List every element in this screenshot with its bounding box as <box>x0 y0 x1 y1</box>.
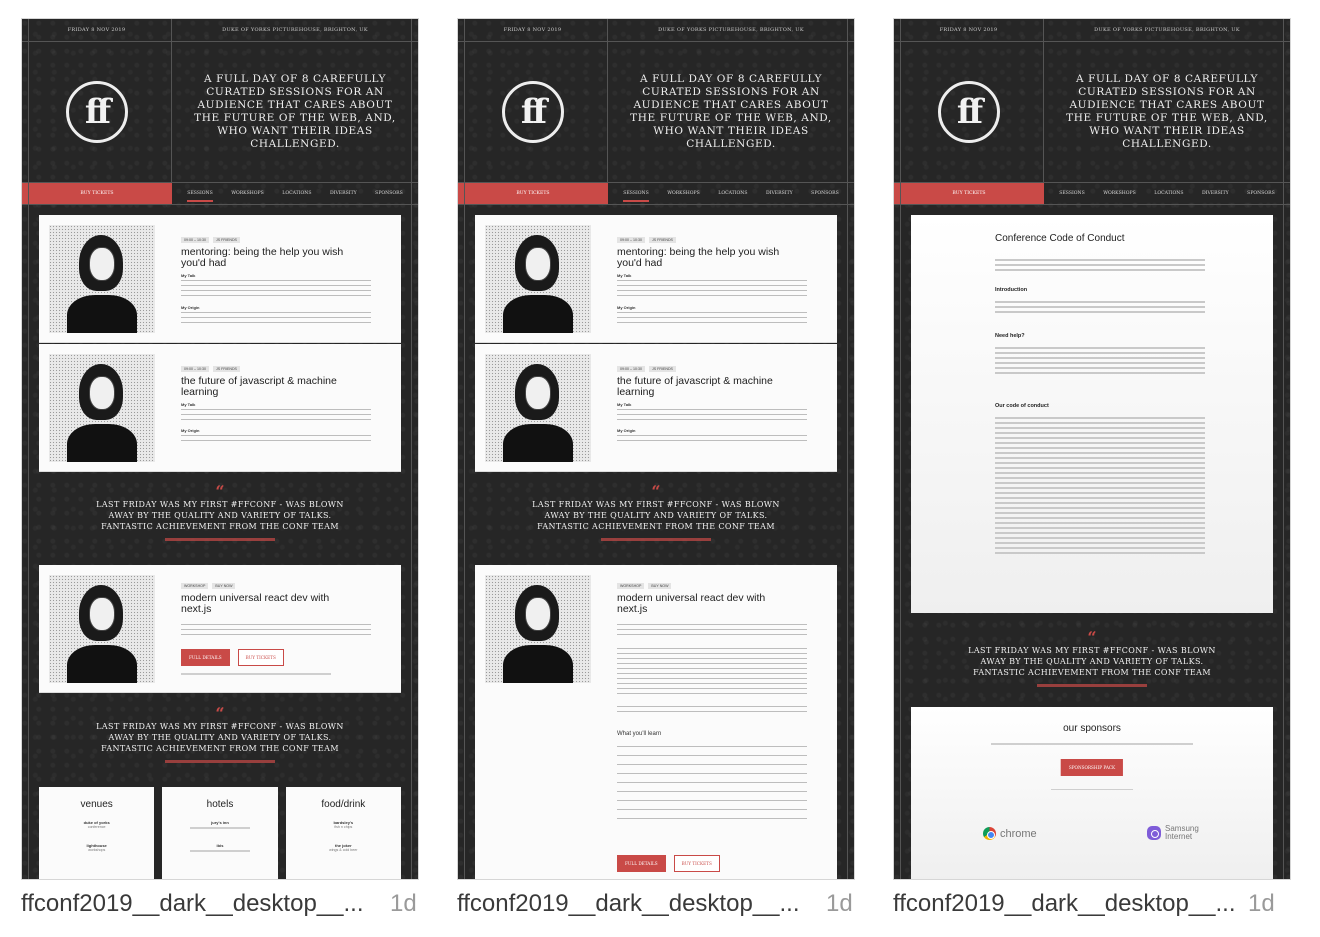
file-name: ffconf2019__dark__desktop__... <box>21 890 364 917</box>
buy-tickets-button[interactable]: BUY TICKETS <box>673 855 720 872</box>
tile-hotels: hotels jury's inn ibis <box>162 787 278 879</box>
nav-diversity[interactable]: DIVERSITY <box>330 191 357 196</box>
sponsor-chrome[interactable]: chrome <box>983 827 1037 840</box>
speaker-photo <box>49 225 155 333</box>
session-card[interactable]: 09:00 – 10:30 JS FRIENDS the future of ja… <box>39 344 401 472</box>
testimonial: “ LAST FRIDAY WAS MY FIRST #FFCONF - WAS… <box>22 482 418 541</box>
file-age: 1d <box>826 890 853 917</box>
nav-sponsors[interactable]: SPONSORS <box>375 191 403 196</box>
buy-tickets-button[interactable]: BUY TICKETS <box>22 183 172 204</box>
session-card[interactable]: 09:00 – 10:30 JS FRIENDS mentoring: being… <box>39 215 401 343</box>
chrome-icon <box>983 827 996 840</box>
full-details-button[interactable]: FULL DETAILS <box>181 649 230 666</box>
session-title: mentoring: being the help you wish you'd… <box>181 246 344 269</box>
nav-locations[interactable]: LOCATIONS <box>282 191 311 196</box>
quote-mark-icon: “ <box>215 482 225 501</box>
testimonial: “ LAST FRIDAY WAS MY FIRST #FFCONF - WAS… <box>22 704 418 763</box>
origin-description <box>181 311 371 323</box>
tile-food-drink: food/drink bardsley's fish n chips the j… <box>285 787 401 879</box>
ffconf-logo: ff <box>65 81 128 143</box>
session-card[interactable]: 09:00 – 10:30 JS FRIENDS mentoring: being… <box>475 215 837 343</box>
quote-mark-icon: “ <box>1087 628 1097 647</box>
file-name: ffconf2019__dark__desktop__... <box>457 890 800 917</box>
file-age: 1d <box>1248 890 1275 917</box>
top-bar: FRIDAY 8 NOV 2019 DUKE OF YORKS PICTUREH… <box>22 19 418 41</box>
main-nav: BUY TICKETS SESSIONS WORKSHOPS LOCATIONS… <box>22 183 418 205</box>
thumbnail-card-2[interactable]: FRIDAY 8 NOV 2019 DUKE OF YORKS PICTUREH… <box>457 18 855 880</box>
tagline: A FULL DAY OF 8 CAREFULLY CURATED SESSIO… <box>194 73 396 150</box>
file-age: 1d <box>390 890 417 917</box>
testimonial-text: LAST FRIDAY WAS MY FIRST #FFCONF - WAS B… <box>96 500 344 531</box>
buy-tickets-button[interactable]: BUY TICKETS <box>458 183 608 204</box>
workshop-detail-card[interactable]: WORKSHOP BUY NOW modern universal react d… <box>475 565 837 879</box>
session-title: the future of javascript & machine learn… <box>181 375 337 398</box>
file-name: ffconf2019__dark__desktop__... <box>893 890 1236 917</box>
samsung-internet-icon <box>1147 826 1161 840</box>
full-details-button[interactable]: FULL DETAILS <box>617 855 666 872</box>
thumbnail-caption[interactable]: ffconf2019__dark__desktop__... 1d <box>457 890 853 918</box>
ffconf-logo: ff <box>937 81 1000 143</box>
thumbnail-card-3[interactable]: FRIDAY 8 NOV 2019 DUKE OF YORKS PICTUREH… <box>893 18 1291 880</box>
thumbnail-caption[interactable]: ffconf2019__dark__desktop__... 1d <box>893 890 1275 918</box>
quote-mark-icon: “ <box>215 704 225 723</box>
sponsors-title: our sponsors <box>1063 723 1121 734</box>
locations-tiles: venues duke of yorks conference lighthou… <box>39 787 401 879</box>
speaker-photo <box>49 575 155 683</box>
event-date: FRIDAY 8 NOV 2019 <box>22 19 172 41</box>
sponsors-note <box>991 743 1193 745</box>
buy-tickets-button[interactable]: BUY TICKETS <box>894 183 1044 204</box>
thumbnail-caption[interactable]: ffconf2019__dark__desktop__... 1d <box>21 890 417 918</box>
tile-venues: venues duke of yorks conference lighthou… <box>39 787 155 879</box>
sponsors-panel: our sponsors SPONSORSHIP PACK chrome Sam… <box>911 707 1273 879</box>
hero: ff A FULL DAY OF 8 CAREFULLY CURATED SES… <box>22 41 418 183</box>
buy-tickets-button[interactable]: BUY TICKETS <box>237 649 284 666</box>
session-card[interactable]: 09:00 – 10:30 JS FRIENDS the future of ja… <box>475 344 837 472</box>
sponsor-samsung-internet[interactable]: Samsung Internet <box>1147 825 1205 841</box>
page-preview: FRIDAY 8 NOV 2019 DUKE OF YORKS PICTUREH… <box>894 19 1290 879</box>
thumbnail-card-1[interactable]: FRIDAY 8 NOV 2019 DUKE OF YORKS PICTUREH… <box>21 18 419 880</box>
workshop-title: modern universal react dev with next.js <box>181 592 330 615</box>
event-venue: DUKE OF YORKS PICTUREHOUSE, BRIGHTON, UK <box>222 27 368 33</box>
workshop-card[interactable]: WORKSHOP BUY NOW modern universal react d… <box>39 565 401 693</box>
ffconf-logo: ff <box>501 81 564 143</box>
nav-workshops[interactable]: WORKSHOPS <box>231 191 264 196</box>
speaker-photo <box>49 354 155 462</box>
coc-title: Conference Code of Conduct <box>995 233 1125 244</box>
testimonial: “ LAST FRIDAY WAS MY FIRST #FFCONF - WAS… <box>458 482 854 541</box>
page-preview: FRIDAY 8 NOV 2019 DUKE OF YORKS PICTUREH… <box>458 19 854 879</box>
nav-sessions[interactable]: SESSIONS <box>187 191 214 202</box>
page-preview: FRIDAY 8 NOV 2019 DUKE OF YORKS PICTUREH… <box>22 19 418 879</box>
sponsorship-pack-button[interactable]: SPONSORSHIP PACK <box>1060 759 1124 776</box>
code-of-conduct-panel: Conference Code of Conduct Introduction … <box>911 215 1273 613</box>
talk-description <box>181 279 371 297</box>
quote-mark-icon: “ <box>651 482 661 501</box>
testimonial: “ LAST FRIDAY WAS MY FIRST #FFCONF - WAS… <box>894 628 1290 687</box>
testimonial-author <box>165 538 275 541</box>
